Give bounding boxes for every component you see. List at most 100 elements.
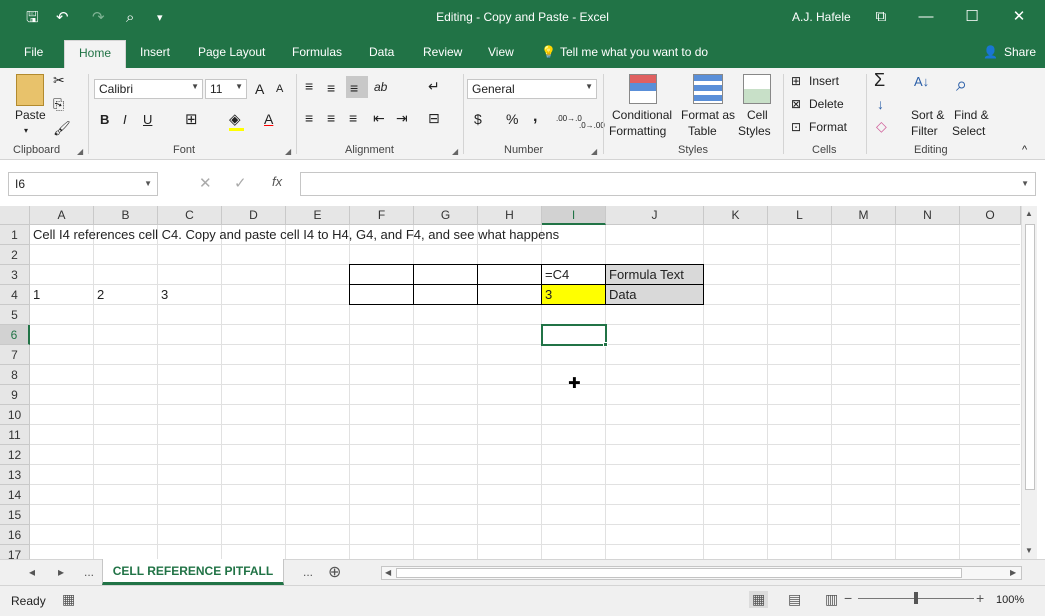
font-name-select[interactable]: Calibri ▼	[94, 79, 203, 99]
insert-function-icon[interactable]: fx	[272, 174, 282, 189]
tab-data[interactable]: Data	[369, 44, 394, 60]
cancel-icon[interactable]: ✕	[199, 174, 212, 192]
vertical-scrollbar[interactable]: ▲ ▼	[1021, 206, 1037, 559]
format-cells-button[interactable]: Format	[809, 120, 847, 134]
column-header-a[interactable]: A	[30, 206, 94, 225]
autosum-icon[interactable]: Σ	[874, 70, 885, 91]
scroll-right-icon[interactable]: ▶	[1010, 567, 1016, 579]
scroll-up-icon[interactable]: ▲	[1025, 209, 1033, 218]
copy-icon[interactable]: ⎘	[53, 96, 64, 113]
cell-c4[interactable]: 3	[158, 285, 222, 305]
cell-a1[interactable]: Cell I4 references cell C4. Copy and pas…	[30, 225, 559, 245]
column-header-e[interactable]: E	[286, 206, 350, 225]
cell-b4[interactable]: 2	[94, 285, 158, 305]
column-header-n[interactable]: N	[896, 206, 960, 225]
column-header-k[interactable]: K	[704, 206, 768, 225]
increase-decimal-button[interactable]: .00→.0	[556, 114, 582, 123]
insert-cells-icon[interactable]: ⊞	[791, 74, 801, 88]
decrease-decimal-button[interactable]: .0→.00	[579, 121, 605, 130]
row-header-9[interactable]: 9	[0, 385, 30, 405]
tab-review[interactable]: Review	[423, 44, 462, 60]
restore-icon[interactable]: ☐	[957, 6, 987, 30]
shrink-font-button[interactable]: A	[276, 83, 283, 95]
find-select-label[interactable]: Find &	[954, 108, 989, 122]
number-launcher-icon[interactable]: ◢	[591, 147, 597, 156]
next-sheet-icon[interactable]: ▸	[58, 565, 64, 579]
zoom-in-button[interactable]: +	[976, 590, 984, 606]
align-left-icon[interactable]: ≡	[305, 110, 313, 126]
orientation-icon[interactable]: ab	[374, 80, 387, 94]
horizontal-scrollbar[interactable]: ◀ ▶	[381, 566, 1022, 580]
bordered-cell-f3[interactable]	[349, 264, 414, 285]
delete-cells-button[interactable]: Delete	[809, 97, 844, 111]
cut-icon[interactable]: ✂	[53, 72, 65, 89]
grow-font-button[interactable]: A	[255, 81, 264, 97]
cell-a4[interactable]: 1	[30, 285, 94, 305]
column-header-l[interactable]: L	[768, 206, 832, 225]
font-launcher-icon[interactable]: ◢	[285, 147, 291, 156]
macro-record-icon[interactable]: ▦	[62, 591, 75, 608]
border-icon[interactable]: ⊞	[185, 110, 198, 128]
paste-dropdown-icon[interactable]: ▾	[24, 126, 28, 135]
clear-icon[interactable]: ◇	[876, 118, 887, 135]
italic-button[interactable]: I	[123, 112, 127, 127]
tab-formulas[interactable]: Formulas	[292, 44, 342, 60]
comma-button[interactable]: ,	[533, 108, 537, 126]
center-icon[interactable]: ≡	[327, 110, 335, 126]
underline-button[interactable]: U	[143, 112, 152, 127]
font-size-select[interactable]: 11 ▼	[205, 79, 247, 99]
sort-filter-icon[interactable]: A↓	[914, 74, 942, 104]
cell-j4[interactable]: Data	[606, 285, 704, 305]
more-sheets-left[interactable]: ...	[84, 565, 94, 579]
paste-button[interactable]: Paste	[15, 108, 46, 122]
row-header-2[interactable]: 2	[0, 245, 30, 265]
enter-icon[interactable]: ✓	[234, 174, 247, 192]
share-button[interactable]: Share	[1004, 44, 1036, 60]
top-align-icon[interactable]: ≡	[305, 78, 313, 94]
row-header-15[interactable]: 15	[0, 505, 30, 525]
bordered-cell-g3[interactable]	[413, 264, 478, 285]
bordered-cell-f4[interactable]	[349, 284, 414, 305]
active-cell-selection[interactable]	[541, 324, 607, 346]
sheet-tab-cell-reference-pitfall[interactable]: CELL REFERENCE PITFALL	[102, 559, 284, 585]
conditional-formatting-label-2[interactable]: Formatting	[609, 124, 666, 138]
currency-button[interactable]: $	[474, 111, 482, 127]
bold-button[interactable]: B	[100, 112, 109, 127]
ribbon-display-icon[interactable]: ⧉	[866, 6, 896, 30]
clipboard-launcher-icon[interactable]: ◢	[77, 147, 83, 156]
find-select-label-2[interactable]: Select	[952, 124, 985, 138]
cell-i4[interactable]: 3	[542, 285, 606, 305]
row-header-6[interactable]: 6	[0, 325, 30, 345]
zoom-level[interactable]: 100%	[996, 594, 1024, 606]
paste-icon[interactable]	[16, 74, 44, 106]
user-name[interactable]: A.J. Hafele	[792, 10, 851, 24]
fill-color-icon[interactable]: ◈	[229, 110, 241, 128]
column-header-i[interactable]: I	[542, 206, 606, 225]
row-header-11[interactable]: 11	[0, 425, 30, 445]
row-header-5[interactable]: 5	[0, 305, 30, 325]
tab-file[interactable]: File	[24, 44, 43, 60]
row-header-16[interactable]: 16	[0, 525, 30, 545]
name-box[interactable]: I6 ▼	[8, 172, 158, 196]
select-all-corner[interactable]	[0, 206, 30, 225]
column-header-j[interactable]: J	[606, 206, 704, 225]
cell-styles-label[interactable]: Cell	[747, 108, 768, 122]
conditional-formatting-icon[interactable]	[629, 74, 657, 104]
row-header-12[interactable]: 12	[0, 445, 30, 465]
more-sheets-right[interactable]: ...	[303, 565, 313, 579]
column-header-b[interactable]: B	[94, 206, 158, 225]
zoom-slider-handle[interactable]	[914, 592, 918, 604]
cell-styles-icon[interactable]	[743, 74, 771, 104]
cell-j3[interactable]: Formula Text	[606, 265, 704, 285]
insert-cells-button[interactable]: Insert	[809, 74, 839, 88]
column-header-g[interactable]: G	[414, 206, 478, 225]
worksheet-grid[interactable]: ▲ ▼ A B C D E F G H I J K L M N O 1 2 3 4 5 6 7 8 9 10 11 12 13 14 15…	[0, 206, 1045, 559]
tab-insert[interactable]: Insert	[140, 44, 170, 60]
vertical-scroll-thumb[interactable]	[1025, 224, 1035, 490]
format-cells-icon[interactable]: ⊡	[791, 120, 801, 134]
column-header-h[interactable]: H	[478, 206, 542, 225]
new-sheet-icon[interactable]: ⊕	[328, 562, 341, 582]
row-header-4[interactable]: 4	[0, 285, 30, 305]
zoom-out-button[interactable]: −	[844, 590, 852, 606]
row-header-13[interactable]: 13	[0, 465, 30, 485]
